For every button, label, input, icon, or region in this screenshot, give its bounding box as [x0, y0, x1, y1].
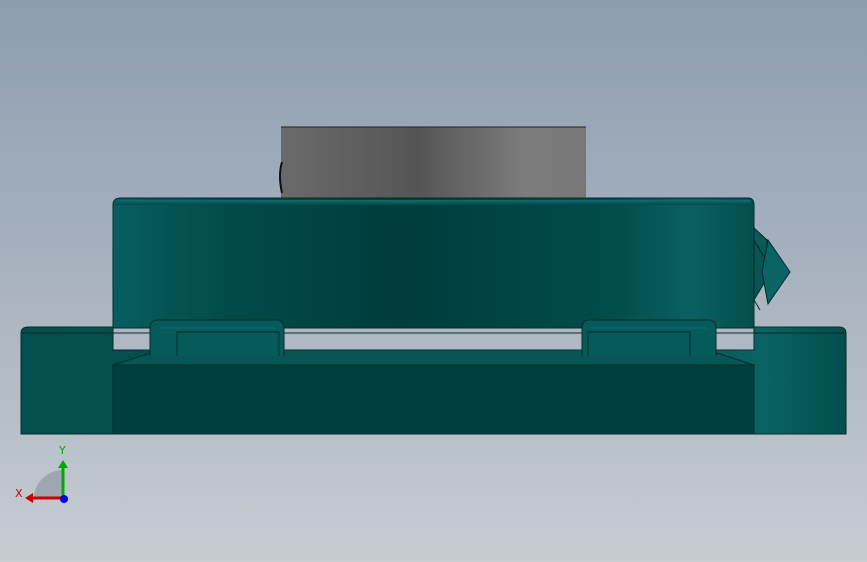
triad-z-axis	[60, 495, 68, 503]
grease-fitting-edge	[753, 299, 761, 311]
grease-fitting[interactable]	[753, 226, 791, 311]
housing-upper-body[interactable]	[112, 197, 755, 329]
triad-x-label: X	[15, 487, 23, 500]
housing-upper-face[interactable]	[112, 197, 755, 329]
housing-base-flange[interactable]	[20, 326, 847, 435]
bolt-slot-left-outer[interactable]	[149, 319, 285, 356]
bolt-slot-left[interactable]	[149, 319, 285, 356]
housing-upper-fillet	[115, 200, 752, 205]
bearing-insert-body[interactable]	[281, 127, 586, 199]
bearing-insert[interactable]	[279, 126, 586, 199]
view-triad[interactable]: Y X	[10, 440, 80, 510]
triad-plane-fill	[34, 470, 63, 499]
triad-y-label: Y	[58, 444, 66, 457]
graphics-area[interactable]: Y X	[0, 0, 867, 562]
bolt-slot-right-outer[interactable]	[581, 319, 717, 356]
bearing-housing-model[interactable]	[0, 0, 867, 562]
triad-y-arrow	[58, 460, 68, 468]
grease-fitting-nipple	[761, 238, 791, 306]
base-pad-face[interactable]	[112, 364, 755, 435]
bolt-slot-right[interactable]	[581, 319, 717, 356]
triad-x-arrow	[25, 493, 33, 503]
